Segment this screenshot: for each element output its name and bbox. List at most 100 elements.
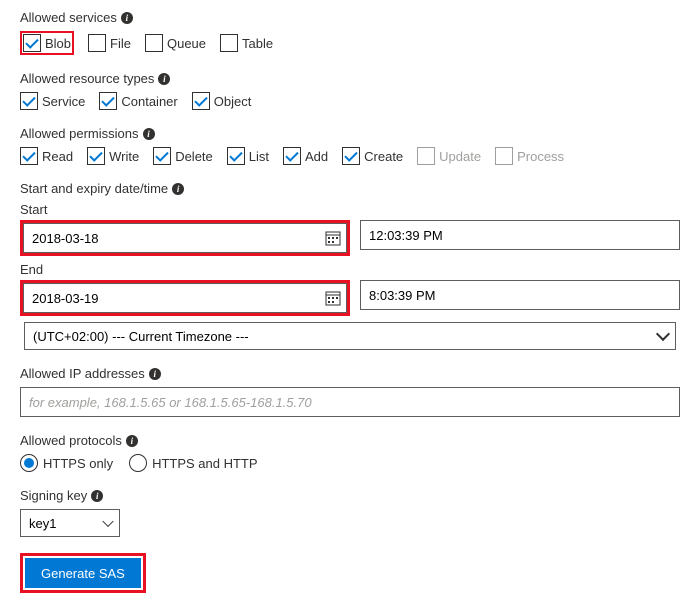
checkbox-service[interactable]: Service — [20, 92, 85, 110]
checkbox-add[interactable]: Add — [283, 147, 328, 165]
checkbox-object[interactable]: Object — [192, 92, 252, 110]
allowed-permissions-section: Allowed permissions i Read Write Delete … — [20, 126, 680, 165]
checkbox-label: Object — [214, 94, 252, 109]
checkbox-box[interactable] — [20, 92, 38, 110]
info-icon[interactable]: i — [172, 183, 184, 195]
checkbox-read[interactable]: Read — [20, 147, 73, 165]
timezone-select[interactable] — [24, 322, 676, 350]
checkbox-box[interactable] — [87, 147, 105, 165]
checkbox-box[interactable] — [20, 147, 38, 165]
ip-label: Allowed IP addresses — [20, 366, 145, 381]
radio-https-and-http[interactable]: HTTPS and HTTP — [129, 454, 257, 472]
allowed-services-section: Allowed services i Blob File Queue Table — [20, 10, 680, 55]
protocols-title: Allowed protocols i — [20, 433, 680, 448]
checkbox-write[interactable]: Write — [87, 147, 139, 165]
checkbox-update: Update — [417, 147, 481, 165]
datetime-label: Start and expiry date/time — [20, 181, 168, 196]
timezone-wrap — [24, 322, 676, 350]
checkbox-box — [495, 147, 513, 165]
checkbox-label: Write — [109, 149, 139, 164]
checkbox-table[interactable]: Table — [220, 34, 273, 52]
datetime-section: Start and expiry date/time i Start End — [20, 181, 680, 350]
checkbox-label: Add — [305, 149, 328, 164]
radio-label: HTTPS only — [43, 456, 113, 471]
radio-label: HTTPS and HTTP — [152, 456, 257, 471]
checkbox-box[interactable] — [342, 147, 360, 165]
checkbox-label: Container — [121, 94, 177, 109]
end-time-input[interactable] — [360, 280, 680, 310]
checkbox-create[interactable]: Create — [342, 147, 403, 165]
checkbox-delete[interactable]: Delete — [153, 147, 213, 165]
signing-key-section: Signing key i — [20, 488, 680, 537]
resource-types-label: Allowed resource types — [20, 71, 154, 86]
ip-title: Allowed IP addresses i — [20, 366, 680, 381]
end-date-wrap — [20, 280, 350, 316]
signing-key-label: Signing key — [20, 488, 87, 503]
checkbox-box[interactable] — [145, 34, 163, 52]
services-checkbox-row: Blob File Queue Table — [20, 31, 680, 55]
checkbox-box[interactable] — [283, 147, 301, 165]
ip-input[interactable] — [20, 387, 680, 417]
info-icon[interactable]: i — [143, 128, 155, 140]
protocols-label: Allowed protocols — [20, 433, 122, 448]
datetime-title: Start and expiry date/time i — [20, 181, 680, 196]
permissions-title: Allowed permissions i — [20, 126, 680, 141]
end-label: End — [20, 262, 680, 277]
checkbox-label: Table — [242, 36, 273, 51]
permissions-label: Allowed permissions — [20, 126, 139, 141]
checkbox-box[interactable] — [88, 34, 106, 52]
checkbox-box[interactable] — [192, 92, 210, 110]
checkbox-list[interactable]: List — [227, 147, 269, 165]
radio-circle[interactable] — [129, 454, 147, 472]
allowed-services-title: Allowed services i — [20, 10, 680, 25]
permissions-row: Read Write Delete List Add Create Update… — [20, 147, 680, 165]
allowed-resource-types-section: Allowed resource types i Service Contain… — [20, 71, 680, 110]
checkbox-label: Create — [364, 149, 403, 164]
start-date-wrap — [20, 220, 350, 256]
signing-key-title: Signing key i — [20, 488, 680, 503]
checkbox-label: List — [249, 149, 269, 164]
checkbox-label: Read — [42, 149, 73, 164]
start-date-input[interactable] — [23, 223, 347, 253]
info-icon[interactable]: i — [91, 490, 103, 502]
resource-types-row: Service Container Object — [20, 92, 680, 110]
highlight-generate: Generate SAS — [20, 553, 146, 593]
checkbox-box[interactable] — [153, 147, 171, 165]
info-icon[interactable]: i — [149, 368, 161, 380]
radio-circle[interactable] — [20, 454, 38, 472]
checkbox-label: File — [110, 36, 131, 51]
calendar-icon[interactable] — [325, 230, 341, 246]
start-time-input[interactable] — [360, 220, 680, 250]
ip-section: Allowed IP addresses i — [20, 366, 680, 417]
checkbox-label: Process — [517, 149, 564, 164]
start-label: Start — [20, 202, 680, 217]
checkbox-box[interactable] — [220, 34, 238, 52]
info-icon[interactable]: i — [126, 435, 138, 447]
start-row — [20, 220, 680, 256]
highlight-blob: Blob — [20, 31, 74, 55]
generate-row: Generate SAS — [20, 553, 680, 593]
checkbox-container[interactable]: Container — [99, 92, 177, 110]
calendar-icon[interactable] — [325, 290, 341, 306]
checkbox-box[interactable] — [227, 147, 245, 165]
checkbox-label: Queue — [167, 36, 206, 51]
checkbox-label: Service — [42, 94, 85, 109]
resource-types-title: Allowed resource types i — [20, 71, 680, 86]
end-row — [20, 280, 680, 316]
checkbox-label: Delete — [175, 149, 213, 164]
checkbox-box — [417, 147, 435, 165]
checkbox-box[interactable] — [23, 34, 41, 52]
signing-key-select[interactable] — [20, 509, 120, 537]
checkbox-queue[interactable]: Queue — [145, 34, 206, 52]
checkbox-box[interactable] — [99, 92, 117, 110]
info-icon[interactable]: i — [158, 73, 170, 85]
checkbox-blob[interactable]: Blob — [23, 34, 71, 52]
radio-https-only[interactable]: HTTPS only — [20, 454, 113, 472]
checkbox-label: Blob — [45, 36, 71, 51]
end-date-input[interactable] — [23, 283, 347, 313]
generate-sas-button[interactable]: Generate SAS — [25, 558, 141, 588]
info-icon[interactable]: i — [121, 12, 133, 24]
signing-key-wrap — [20, 509, 120, 537]
checkbox-file[interactable]: File — [88, 34, 131, 52]
protocols-row: HTTPS only HTTPS and HTTP — [20, 454, 680, 472]
